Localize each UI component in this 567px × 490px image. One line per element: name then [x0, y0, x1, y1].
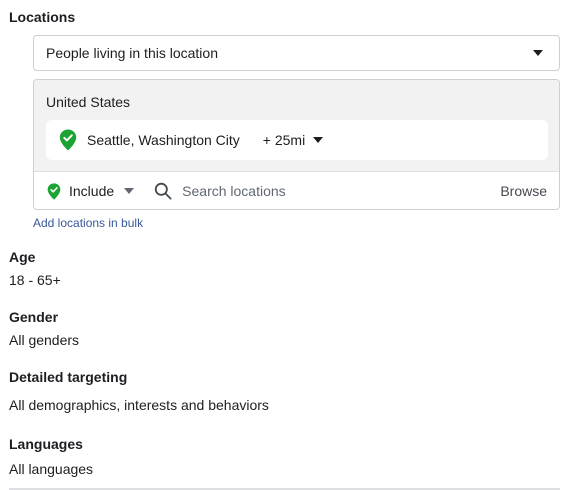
- age-value: 18 - 65+: [9, 272, 61, 288]
- selected-location-chip[interactable]: Seattle, Washington City + 25mi: [46, 120, 548, 160]
- gender-heading: Gender: [9, 309, 59, 325]
- add-locations-in-bulk-link[interactable]: Add locations in bulk: [33, 216, 143, 230]
- search-icon: [154, 182, 172, 200]
- location-search-row: Include Browse: [34, 172, 559, 209]
- country-label: United States: [46, 94, 131, 110]
- caret-down-icon: [124, 188, 135, 194]
- languages-heading: Languages: [9, 436, 83, 452]
- audience-location-type-label: People living in this location: [46, 45, 218, 61]
- selected-locations-area: United States Seattle, Washington City +…: [34, 80, 559, 172]
- selected-location-name: Seattle, Washington City: [87, 132, 240, 148]
- search-locations-input[interactable]: [182, 183, 483, 199]
- location-pin-check-icon: [59, 129, 77, 151]
- detailed-targeting-value: All demographics, interests and behavior…: [9, 397, 269, 413]
- gender-value: All genders: [9, 332, 80, 348]
- locations-panel: United States Seattle, Washington City +…: [33, 79, 560, 210]
- caret-down-icon: [533, 50, 543, 56]
- age-heading: Age: [9, 249, 36, 265]
- location-radius-selector[interactable]: + 25mi: [263, 132, 305, 148]
- browse-button[interactable]: Browse: [500, 183, 547, 199]
- location-pin-check-icon: [47, 182, 61, 200]
- radius-caret-down-icon[interactable]: [313, 137, 324, 143]
- include-exclude-dropdown[interactable]: Include: [47, 182, 135, 200]
- detailed-targeting-heading: Detailed targeting: [9, 369, 128, 385]
- include-label: Include: [69, 183, 115, 199]
- locations-heading: Locations: [9, 9, 76, 25]
- audience-location-type-select[interactable]: People living in this location: [33, 35, 560, 71]
- languages-value: All languages: [9, 461, 94, 477]
